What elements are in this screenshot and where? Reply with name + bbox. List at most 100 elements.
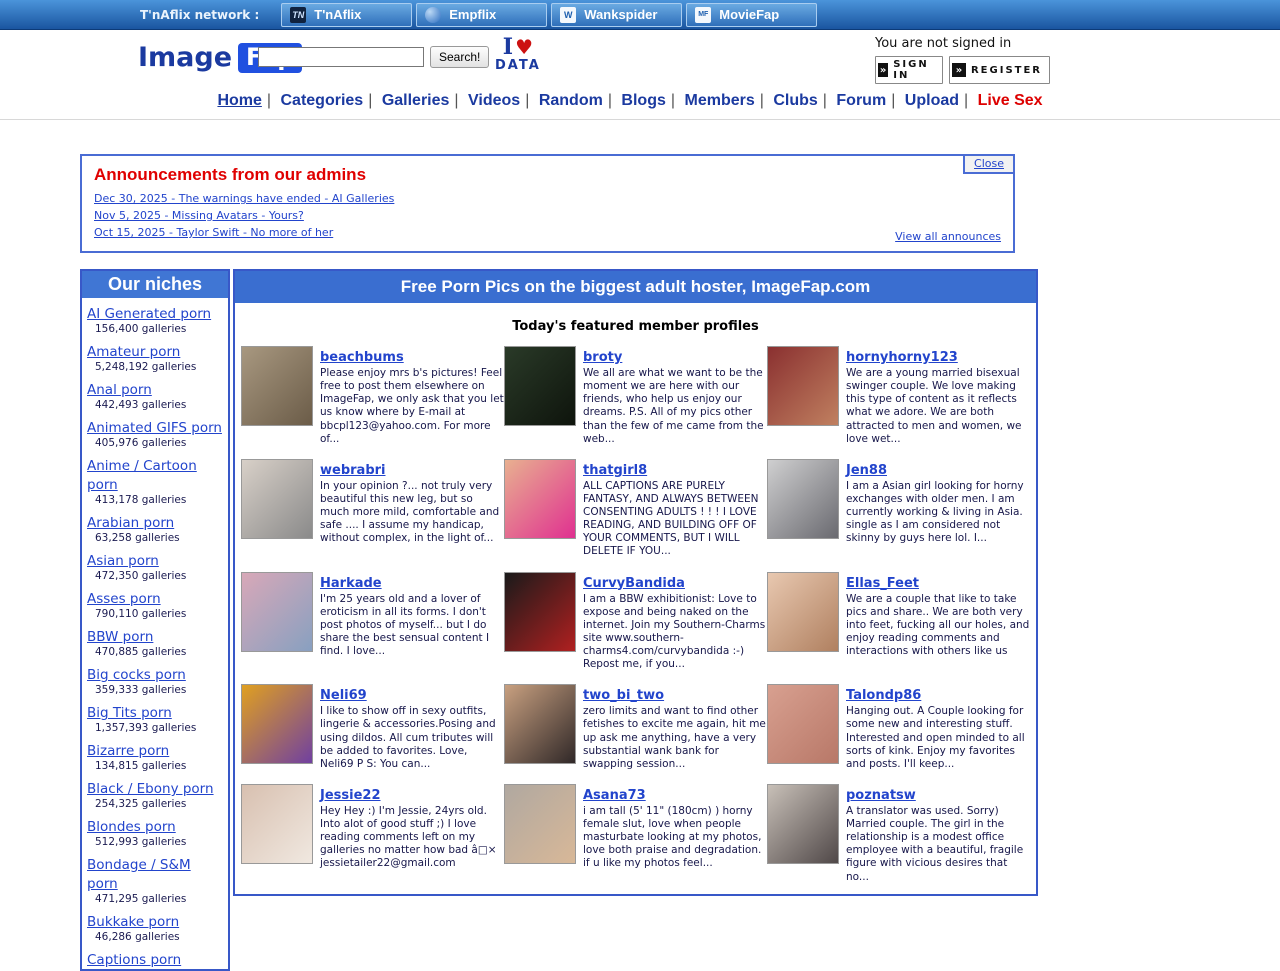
- profile-thumbnail[interactable]: [767, 572, 839, 652]
- profile-username-link[interactable]: Neli69: [320, 688, 367, 703]
- network-link-label: T'nAflix: [314, 7, 361, 22]
- nav-galleries[interactable]: Galleries: [382, 92, 450, 109]
- nav-random[interactable]: Random: [539, 92, 603, 109]
- profile-username-link[interactable]: Jen88: [846, 463, 887, 478]
- profile-description: We all are what we want to be the moment…: [583, 367, 767, 446]
- profile-username-link[interactable]: thatgirl8: [583, 463, 647, 478]
- nav-forum[interactable]: Forum: [836, 92, 886, 109]
- nav-members[interactable]: Members: [684, 92, 754, 109]
- nav-home[interactable]: Home: [217, 92, 261, 109]
- profile-thumbnail[interactable]: [504, 572, 576, 652]
- profile-username-link[interactable]: poznatsw: [846, 788, 916, 803]
- announcements-close-button[interactable]: Close: [963, 154, 1015, 174]
- niche-link[interactable]: Bukkake porn: [87, 914, 179, 930]
- niche-link[interactable]: Anal porn: [87, 382, 152, 398]
- nav-live-sex[interactable]: Live Sex: [978, 92, 1043, 109]
- network-bar-label: T'nAflix network :: [140, 8, 259, 22]
- profile-username-link[interactable]: beachbums: [320, 350, 404, 365]
- niche-link[interactable]: Captions porn: [87, 952, 181, 968]
- announcement-link[interactable]: Oct 15, 2025 - Taylor Swift - No more of…: [94, 226, 333, 239]
- profile-description: Please enjoy mrs b's pictures! Feel free…: [320, 367, 504, 446]
- nav-clubs[interactable]: Clubs: [773, 92, 817, 109]
- profile-username-link[interactable]: Ellas_Feet: [846, 576, 919, 591]
- profile-thumbnail[interactable]: [241, 684, 313, 764]
- profile-thumbnail[interactable]: [241, 346, 313, 426]
- niche-link[interactable]: Big cocks porn: [87, 667, 186, 683]
- profile-card: hornyhorny123 We are a young married bis…: [767, 346, 1030, 446]
- profile-description: ALL CAPTIONS ARE PURELY FANTASY, AND ALW…: [583, 480, 767, 559]
- nav-upload[interactable]: Upload: [905, 92, 959, 109]
- niche-link[interactable]: Bizarre porn: [87, 743, 169, 759]
- profile-card: Jen88 I am a Asian girl looking for horn…: [767, 459, 1030, 559]
- niche-item: Anal porn442,493 galleries: [82, 374, 228, 412]
- niche-item: Captions porn: [82, 944, 228, 969]
- profile-thumbnail[interactable]: [504, 684, 576, 764]
- profile-card: Harkade I'm 25 years old and a lover of …: [241, 572, 504, 672]
- logo-text-image: Image: [138, 42, 232, 73]
- profile-thumbnail[interactable]: [504, 346, 576, 426]
- search-button[interactable]: Search!: [430, 46, 489, 68]
- niche-link[interactable]: Asian porn: [87, 553, 159, 569]
- profile-username-link[interactable]: Asana73: [583, 788, 646, 803]
- profile-username-link[interactable]: hornyhorny123: [846, 350, 958, 365]
- profile-description: We are a couple that like to take pics a…: [846, 593, 1030, 659]
- niche-item: AI Generated porn156,400 galleries: [82, 298, 228, 336]
- search-input[interactable]: [258, 47, 424, 67]
- profile-description: Hey Hey :) I'm Jessie, 24yrs old. Into a…: [320, 805, 504, 871]
- profile-thumbnail[interactable]: [767, 346, 839, 426]
- profile-description: In your opinion ?... not truly very beau…: [320, 480, 504, 546]
- nav-videos[interactable]: Videos: [468, 92, 520, 109]
- profile-card: CurvyBandida I am a BBW exhibitionist: L…: [504, 572, 767, 672]
- profile-thumbnail[interactable]: [241, 459, 313, 539]
- niche-item: Big cocks porn359,333 galleries: [82, 659, 228, 697]
- niche-link[interactable]: Black / Ebony porn: [87, 781, 214, 797]
- niche-link[interactable]: Amateur porn: [87, 344, 180, 360]
- network-link-wankspider[interactable]: W Wankspider: [551, 3, 682, 27]
- profile-thumbnail[interactable]: [504, 459, 576, 539]
- niche-count: 359,333 galleries: [87, 684, 223, 696]
- profile-thumbnail[interactable]: [767, 684, 839, 764]
- featured-profiles-grid: beachbums Please enjoy mrs b's pictures!…: [235, 346, 1036, 894]
- niche-link[interactable]: AI Generated porn: [87, 306, 211, 322]
- niche-link[interactable]: Anime / Cartoon porn: [87, 458, 197, 493]
- network-link-tnaflix[interactable]: TN T'nAflix: [281, 3, 412, 27]
- profile-thumbnail[interactable]: [767, 459, 839, 539]
- tnaflix-icon: TN: [290, 7, 306, 23]
- profile-thumbnail[interactable]: [241, 572, 313, 652]
- profile-description: I am a BBW exhibitionist: Love to expose…: [583, 593, 767, 672]
- profile-username-link[interactable]: Talondp86: [846, 688, 921, 703]
- niche-link[interactable]: Bondage / S&M porn: [87, 857, 191, 892]
- profile-thumbnail[interactable]: [241, 784, 313, 864]
- profile-username-link[interactable]: broty: [583, 350, 622, 365]
- profile-username-link[interactable]: Harkade: [320, 576, 382, 591]
- announcement-link[interactable]: Nov 5, 2025 - Missing Avatars - Yours?: [94, 209, 304, 222]
- empflix-icon: [425, 7, 441, 23]
- niche-link[interactable]: Animated GIFS porn: [87, 420, 222, 436]
- niche-link[interactable]: Arabian porn: [87, 515, 174, 531]
- niche-link[interactable]: Big Tits porn: [87, 705, 172, 721]
- niche-count: 413,178 galleries: [87, 494, 223, 506]
- profile-thumbnail[interactable]: [767, 784, 839, 864]
- niche-link[interactable]: Asses porn: [87, 591, 161, 607]
- profile-card: two_bi_two zero limits and want to find …: [504, 684, 767, 771]
- nav-blogs[interactable]: Blogs: [621, 92, 665, 109]
- profile-description: Hanging out. A Couple looking for some n…: [846, 705, 1030, 771]
- network-link-moviefap[interactable]: MF MovieFap: [686, 3, 817, 27]
- i-love-data-logo[interactable]: I♥ DATA: [495, 36, 541, 72]
- profile-username-link[interactable]: two_bi_two: [583, 688, 664, 703]
- network-link-empflix[interactable]: Empflix: [416, 3, 547, 27]
- niche-link[interactable]: BBW porn: [87, 629, 153, 645]
- view-all-announces-link[interactable]: View all announces: [895, 230, 1001, 243]
- niche-link[interactable]: Blondes porn: [87, 819, 176, 835]
- profile-username-link[interactable]: CurvyBandida: [583, 576, 685, 591]
- announcement-link[interactable]: Dec 30, 2025 - The warnings have ended -…: [94, 192, 394, 205]
- sign-in-button[interactable]: » SIGN IN: [875, 56, 943, 84]
- profile-username-link[interactable]: Jessie22: [320, 788, 381, 803]
- register-button[interactable]: » REGISTER: [949, 56, 1050, 84]
- nav-categories[interactable]: Categories: [281, 92, 364, 109]
- signin-status: You are not signed in: [875, 36, 1011, 51]
- profile-thumbnail[interactable]: [504, 784, 576, 864]
- niche-count: 472,350 galleries: [87, 570, 223, 582]
- profile-description: i am tall (5' 11" (180cm) ) horny female…: [583, 805, 767, 871]
- profile-username-link[interactable]: webrabri: [320, 463, 386, 478]
